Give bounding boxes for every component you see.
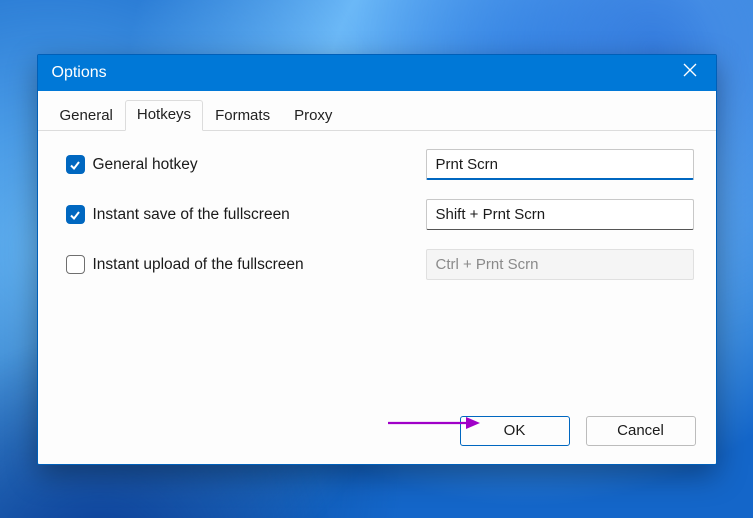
checkmark-icon (66, 205, 85, 224)
options-dialog: Options General Hotkeys Formats Proxy Ge… (37, 54, 717, 465)
checkbox-label: General hotkey (93, 156, 198, 174)
dialog-footer: OK Cancel (38, 416, 716, 464)
checkbox-empty-icon (66, 255, 85, 274)
checkmark-icon (66, 155, 85, 174)
tab-bar: General Hotkeys Formats Proxy (38, 91, 716, 131)
cancel-button[interactable]: Cancel (586, 416, 696, 446)
checkbox-label: Instant save of the fullscreen (93, 206, 290, 224)
close-button[interactable] (676, 59, 704, 87)
tab-content: General hotkey Instant save of the fulls… (38, 131, 716, 416)
tab-hotkeys[interactable]: Hotkeys (125, 100, 203, 131)
row-instant-upload: Instant upload of the fullscreen (66, 249, 694, 281)
tab-proxy[interactable]: Proxy (282, 101, 344, 131)
checkbox-label: Instant upload of the fullscreen (93, 256, 304, 274)
row-general-hotkey: General hotkey (66, 149, 694, 181)
row-instant-save: Instant save of the fullscreen (66, 199, 694, 231)
checkbox-general-hotkey[interactable]: General hotkey (66, 155, 426, 174)
checkbox-instant-save[interactable]: Instant save of the fullscreen (66, 205, 426, 224)
ok-button[interactable]: OK (460, 416, 570, 446)
hotkey-input-instant-save[interactable] (426, 199, 694, 230)
hotkey-input-instant-upload (426, 249, 694, 280)
window-title: Options (52, 64, 107, 82)
checkbox-instant-upload[interactable]: Instant upload of the fullscreen (66, 255, 426, 274)
close-icon (683, 63, 697, 82)
hotkey-input-general[interactable] (426, 149, 694, 180)
tab-general[interactable]: General (48, 101, 125, 131)
titlebar: Options (38, 55, 716, 91)
tab-formats[interactable]: Formats (203, 101, 282, 131)
